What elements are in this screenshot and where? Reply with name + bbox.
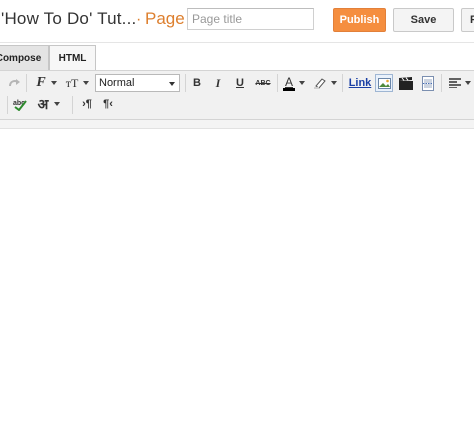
redo-icon[interactable] [7, 75, 21, 91]
editor-top-strip [0, 120, 474, 129]
italic-button[interactable]: I [211, 75, 225, 91]
align-icon[interactable] [448, 75, 471, 91]
insert-image-icon[interactable] [375, 74, 393, 92]
highlight-icon[interactable] [312, 75, 337, 91]
editor-body[interactable] [0, 129, 474, 426]
toolbar-divider [26, 74, 27, 92]
toolbar-divider [342, 74, 343, 92]
toolbar-divider [441, 74, 442, 92]
rtl-direction-icon[interactable]: ¶‹ [101, 96, 115, 112]
editor-toolbar: F тT Normal B I U ABC A Link abc अ ›¶ ¶‹ [0, 70, 474, 120]
tab-compose[interactable]: Compose [0, 45, 49, 70]
preview-button[interactable]: P [461, 8, 474, 32]
font-size-icon[interactable]: тT [64, 75, 89, 91]
input-language-icon[interactable]: अ [35, 95, 60, 113]
top-bar: 'How To Do' Tut... · Page Publish Save P [0, 0, 474, 42]
publish-button[interactable]: Publish [333, 8, 386, 32]
insert-video-icon[interactable] [398, 75, 414, 91]
format-select-value: Normal [99, 77, 135, 89]
title-separator: · [136, 11, 142, 28]
page-title-input[interactable] [187, 8, 314, 30]
underline-button[interactable]: U [233, 75, 247, 91]
chevron-down-icon [169, 82, 175, 86]
blog-title[interactable]: 'How To Do' Tut... [1, 9, 136, 29]
spellcheck-icon[interactable]: abc [12, 96, 28, 112]
ltr-direction-icon[interactable]: ›¶ [80, 96, 94, 112]
font-color-swatch [283, 87, 295, 91]
toolbar-divider [7, 96, 8, 114]
paragraph-format-select[interactable]: Normal [95, 74, 180, 92]
bold-button[interactable]: B [190, 75, 204, 91]
strikethrough-button[interactable]: ABC [254, 75, 272, 91]
save-button[interactable]: Save [393, 8, 454, 32]
jump-break-icon[interactable] [420, 74, 436, 92]
toolbar-divider [277, 74, 278, 92]
header-divider [0, 42, 474, 43]
link-label: Link [348, 77, 372, 89]
font-color-letter: A [284, 74, 293, 89]
toolbar-divider [185, 74, 186, 92]
font-family-icon[interactable]: F [34, 75, 57, 91]
toolbar-divider [72, 96, 73, 114]
link-button[interactable]: Link [348, 75, 372, 91]
tab-html[interactable]: HTML [49, 45, 96, 70]
page-label: Page [145, 9, 185, 28]
font-color-icon[interactable]: A [282, 74, 305, 92]
